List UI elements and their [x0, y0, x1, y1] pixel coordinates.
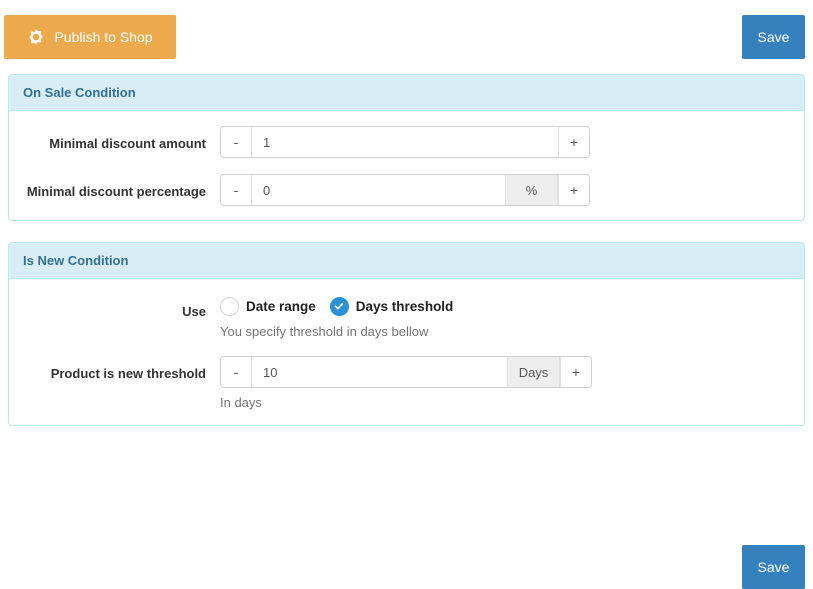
- form-row-product-is-new-threshold: Product is new threshold - Days + In day…: [23, 356, 790, 411]
- product-is-new-threshold-stepper: - Days +: [220, 356, 592, 388]
- product-is-new-threshold-input[interactable]: [252, 357, 507, 387]
- minimal-discount-amount-increment-button[interactable]: +: [558, 127, 589, 157]
- panel-on-sale-condition-title: On Sale Condition: [23, 85, 136, 100]
- minimal-discount-amount-label: Minimal discount amount: [49, 136, 206, 151]
- panel-on-sale-condition: On Sale Condition Minimal discount amoun…: [8, 74, 805, 221]
- radio-date-range[interactable]: Date range: [220, 296, 316, 316]
- save-button-bottom[interactable]: Save: [742, 545, 805, 589]
- minimal-discount-amount-field: - +: [220, 126, 790, 158]
- use-label: Use: [182, 304, 206, 319]
- product-is-new-threshold-field: - Days + In days: [220, 356, 790, 411]
- panel-on-sale-condition-body: Minimal discount amount - + Minimal disc…: [9, 111, 804, 220]
- panel-is-new-condition-heading: Is New Condition: [9, 243, 804, 279]
- save-button-top[interactable]: Save: [742, 15, 805, 59]
- radio-date-range-label: Date range: [246, 298, 316, 314]
- minimal-discount-amount-input[interactable]: [252, 127, 558, 157]
- radio-unchecked-icon[interactable]: [220, 296, 239, 316]
- form-row-minimal-discount-amount: Minimal discount amount - +: [23, 126, 790, 158]
- radio-checked-icon[interactable]: [329, 296, 349, 316]
- use-help-text: You specify threshold in days bellow: [220, 324, 429, 339]
- product-is-new-threshold-decrement-button[interactable]: -: [221, 357, 252, 387]
- use-radio-group: Date range Days threshold: [220, 294, 790, 317]
- minimal-discount-percentage-stepper: - % +: [220, 174, 590, 206]
- minimal-discount-amount-decrement-button[interactable]: -: [221, 127, 252, 157]
- publish-to-shop-button[interactable]: Publish to Shop: [4, 15, 176, 59]
- radio-days-threshold[interactable]: Days threshold: [329, 296, 454, 316]
- top-action-bar: Publish to Shop Save: [0, 0, 813, 74]
- minimal-discount-percentage-input[interactable]: [252, 175, 505, 205]
- save-button-top-label: Save: [757, 29, 790, 45]
- panel-is-new-condition: Is New Condition Use Date range Days thr…: [8, 242, 805, 426]
- gear-icon: [27, 28, 45, 46]
- use-field: Date range Days threshold You specify th…: [220, 294, 790, 340]
- panel-on-sale-condition-heading: On Sale Condition: [9, 75, 804, 111]
- save-button-bottom-label: Save: [757, 559, 790, 575]
- days-unit-addon: Days: [507, 357, 560, 387]
- panel-is-new-condition-title: Is New Condition: [23, 253, 129, 268]
- percent-unit-addon: %: [505, 175, 558, 205]
- minimal-discount-percentage-label: Minimal discount percentage: [26, 184, 206, 199]
- publish-to-shop-label: Publish to Shop: [54, 29, 153, 45]
- product-is-new-threshold-label: Product is new threshold: [50, 366, 206, 381]
- product-is-new-threshold-increment-button[interactable]: +: [560, 357, 591, 387]
- radio-days-threshold-label: Days threshold: [355, 298, 454, 314]
- form-row-minimal-discount-percentage: Minimal discount percentage - % +: [23, 174, 790, 206]
- minimal-discount-amount-stepper: - +: [220, 126, 590, 158]
- minimal-discount-percentage-increment-button[interactable]: +: [558, 175, 589, 205]
- minimal-discount-percentage-field: - % +: [220, 174, 790, 206]
- panel-is-new-condition-body: Use Date range Days threshold You specif…: [9, 279, 804, 425]
- form-row-use: Use Date range Days threshold You specif…: [23, 294, 790, 340]
- minimal-discount-percentage-decrement-button[interactable]: -: [221, 175, 252, 205]
- product-is-new-threshold-help-text: In days: [220, 395, 262, 410]
